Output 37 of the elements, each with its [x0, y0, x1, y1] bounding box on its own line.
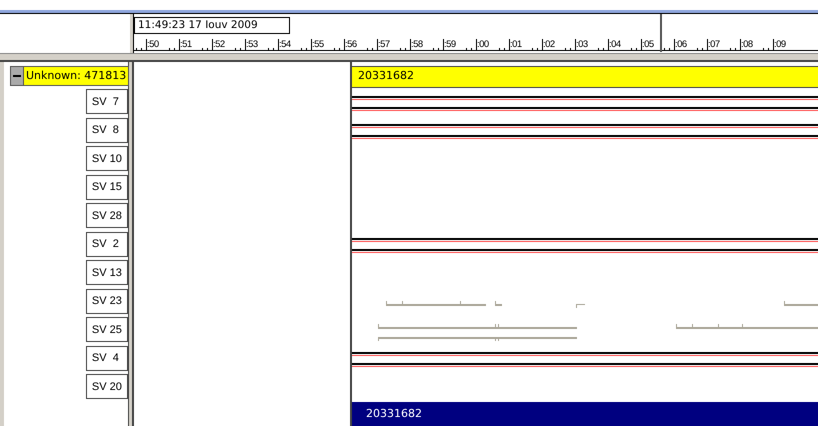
time-label: :02	[542, 39, 563, 50]
track-header-bar: 20331682	[352, 66, 818, 88]
time-label: :08	[740, 39, 761, 50]
time-label: :56	[344, 39, 365, 50]
splitter-bar[interactable]	[0, 54, 818, 62]
time-label: :09	[773, 39, 794, 50]
satellite-button[interactable]: SV 10	[86, 146, 128, 171]
time-label: :00	[476, 39, 497, 50]
time-label: :04	[608, 39, 629, 50]
time-label: :54	[278, 39, 299, 50]
time-label: :57	[377, 39, 398, 50]
satellite-button[interactable]: SV 28	[86, 203, 128, 228]
time-label: :01	[509, 39, 530, 50]
time-label: :52	[212, 39, 233, 50]
time-label: :03	[575, 39, 596, 50]
time-label: :53	[245, 39, 266, 50]
satellite-button[interactable]: SV 7	[86, 89, 128, 114]
satellite-button[interactable]: SV 4	[86, 346, 128, 370]
satellite-button[interactable]: SV 25	[86, 317, 128, 342]
track-footer-bar: 20331682	[352, 402, 818, 426]
timestamp-label: 11:49:23 17 Iouv 2009	[134, 17, 290, 34]
satellite-button[interactable]: SV 23	[86, 288, 128, 314]
satellite-button[interactable]: SV 8	[86, 118, 128, 142]
time-label: :58	[410, 39, 431, 50]
satellite-button[interactable]: SV 20	[86, 374, 128, 399]
time-label: :51	[179, 39, 200, 50]
tree-node-label[interactable]: Unknown: 471813	[24, 66, 129, 86]
time-label: :59	[443, 39, 464, 50]
minus-icon	[13, 72, 21, 80]
satellite-button[interactable]: SV 15	[86, 174, 128, 200]
satellite-button[interactable]: SV 2	[86, 232, 128, 256]
satellite-button[interactable]: SV 13	[86, 260, 128, 285]
collapse-toggle[interactable]	[10, 66, 24, 86]
time-label: :55	[311, 39, 332, 50]
time-label: :50	[146, 39, 167, 50]
time-label: :07	[707, 39, 728, 50]
time-label: :06	[674, 39, 695, 50]
